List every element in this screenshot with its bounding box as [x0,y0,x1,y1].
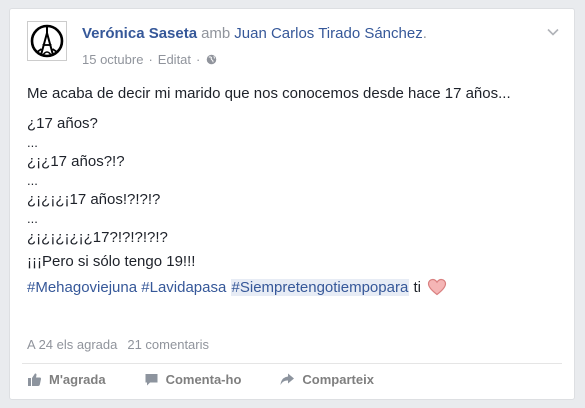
tagged-suffix: . [422,25,427,42]
post-text-line: ¿17 años? [27,115,98,132]
post-text-line: ... [27,173,38,188]
post-actions: M'agrada Comenta-ho Comparteix [27,372,412,387]
post-text-line: ¿¡¿¡¿¡¿¡¿17?!?!?!?!? [27,229,168,246]
post-header: Verónica Saseta amb Juan Carlos Tirado Sán… [82,25,427,42]
post-body: Me acaba de decir mi marido que nos cono… [27,84,557,298]
comment-button-label: Comenta-ho [165,372,242,387]
post-text-line: Me acaba de decir mi marido que nos cono… [27,85,511,102]
post-date-link[interactable]: 15 octubre [82,52,143,67]
chevron-down-icon[interactable] [546,27,560,37]
like-button[interactable]: M'agrada [27,372,106,387]
comment-icon [145,374,158,386]
post-text-line: ¿¡¿17 años?!? [27,153,125,170]
meta-separator: · [148,52,153,67]
hashtag-suffix: ti [413,279,421,296]
hashtag-link[interactable]: #Siempretengotiempopara [230,279,410,296]
hashtag-link[interactable]: #Mehagoviejuna [27,279,137,296]
post-stats: A 24 els agrada 21 comentaris [27,337,209,352]
post-text-line: ¿¡¿¡¿¡17 años!?!?!? [27,191,161,208]
author-name-link[interactable]: Verónica Saseta [82,25,197,42]
like-button-label: M'agrada [49,372,106,387]
with-label: amb [201,25,231,42]
likes-count-link[interactable]: A 24 els agrada [27,337,117,352]
peace-eiffel-icon [30,24,64,58]
avatar[interactable] [27,21,67,61]
post-text-line: ¡¡¡Pero si sólo tengo 19!!! [27,253,196,270]
tagged-user-link[interactable]: Juan Carlos Tirado Sánchez [234,25,422,42]
heart-icon [428,278,447,296]
hashtag-line: #Mehagoviejuna #Lavidapasa #Siempretengo… [27,278,557,298]
share-button-label: Comparteix [302,372,374,387]
edited-link[interactable]: Editat [158,52,191,67]
post-text-line: ... [27,135,38,150]
post-text-line: ... [27,211,38,226]
meta-separator: · [196,52,201,67]
post-card: Verónica Saseta amb Juan Carlos Tirado Sán… [9,8,575,400]
post-meta: 15 octubre · Editat · [82,52,217,67]
comments-count-link[interactable]: 21 comentaris [127,337,209,352]
divider [22,363,562,364]
globe-icon[interactable] [206,54,217,65]
thumbs-up-icon [28,373,42,386]
hashtag-link[interactable]: #Lavidapasa [141,279,226,296]
share-button[interactable]: Comparteix [279,372,374,387]
share-arrow-icon [280,373,295,385]
comment-button[interactable]: Comenta-ho [144,372,242,387]
